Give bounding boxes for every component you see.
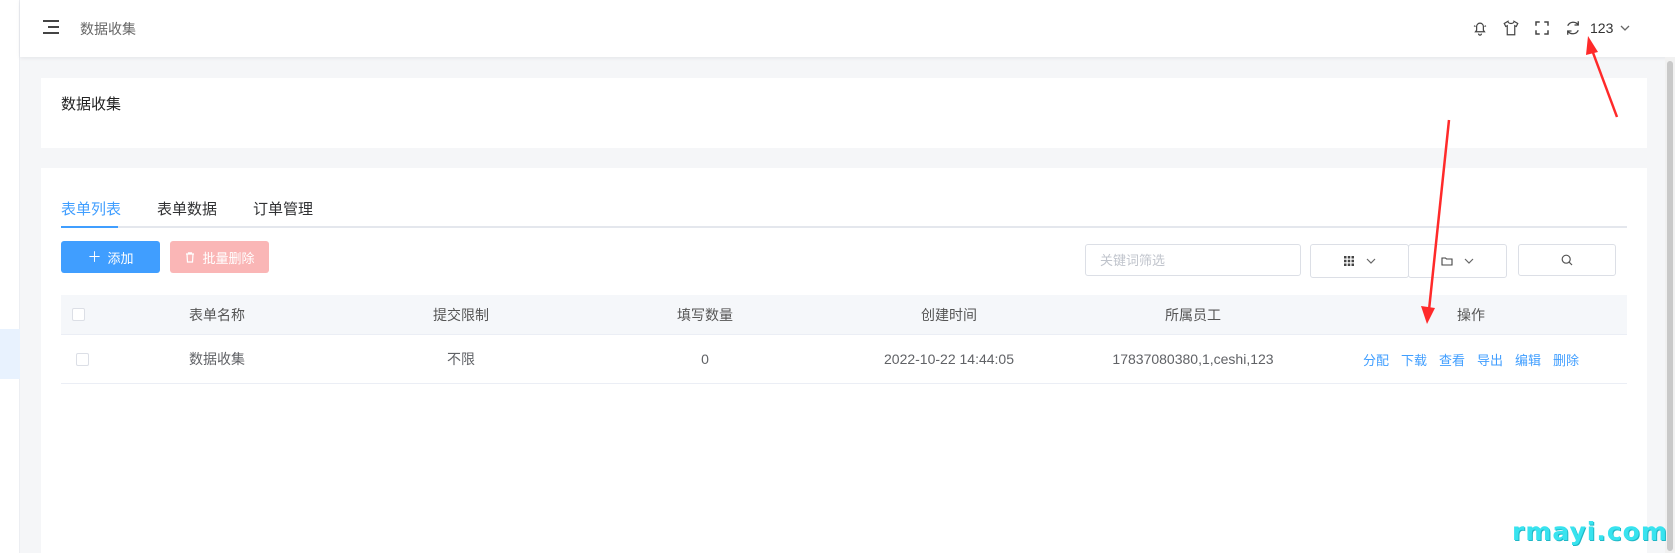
trash-icon bbox=[186, 252, 195, 263]
search-icon bbox=[1561, 254, 1573, 266]
download-link[interactable]: 下载 bbox=[1401, 350, 1427, 369]
tab-order-management[interactable]: 订单管理 bbox=[253, 198, 313, 228]
actions-cell: 分配 下载 查看 导出 编辑 删除 bbox=[1315, 335, 1627, 383]
user-name[interactable]: 123 bbox=[1590, 20, 1613, 36]
search-button[interactable] bbox=[1518, 244, 1616, 276]
select-all-cell bbox=[61, 295, 95, 334]
folder-select[interactable] bbox=[1408, 244, 1507, 278]
batch-delete-label: 批量删除 bbox=[202, 250, 255, 266]
delete-link[interactable]: 删除 bbox=[1553, 350, 1579, 369]
page-scrollbar[interactable] bbox=[1665, 57, 1675, 553]
export-link[interactable]: 导出 bbox=[1477, 350, 1503, 369]
form-name-cell: 数据收集 bbox=[189, 351, 245, 367]
view-mode-select[interactable] bbox=[1310, 244, 1409, 278]
column-header: 操作 bbox=[1457, 306, 1485, 323]
chevron-down-icon bbox=[1464, 258, 1473, 264]
column-header: 表单名称 bbox=[189, 306, 245, 323]
assign-link[interactable]: 分配 bbox=[1363, 350, 1389, 369]
table-header: 表单名称 提交限制 填写数量 创建时间 所属员工 操作 bbox=[61, 295, 1627, 335]
scrollbar-thumb[interactable] bbox=[1667, 61, 1673, 551]
fullscreen-icon[interactable] bbox=[1532, 18, 1552, 38]
bell-icon[interactable] bbox=[1470, 18, 1490, 38]
column-header: 填写数量 bbox=[677, 306, 733, 323]
edit-link[interactable]: 编辑 bbox=[1515, 350, 1541, 369]
table-row: 数据收集 不限 0 2022-10-22 14:44:05 1783708038… bbox=[61, 335, 1627, 384]
plus-icon: ＋ bbox=[87, 249, 102, 265]
shirt-icon[interactable] bbox=[1501, 18, 1521, 38]
folder-icon bbox=[1440, 257, 1453, 266]
tab-active-indicator bbox=[61, 226, 118, 228]
tab-form-data[interactable]: 表单数据 bbox=[157, 198, 217, 228]
main-card: 表单列表 表单数据 订单管理 ＋ 添加 批量删除 表单名称 提交限制 填写数量 … bbox=[41, 168, 1647, 553]
row-checkbox[interactable] bbox=[75, 352, 89, 366]
sidebar bbox=[0, 0, 20, 553]
form-table: 表单名称 提交限制 填写数量 创建时间 所属员工 操作 数据收集 不限 0 20… bbox=[61, 295, 1627, 384]
title-card: 数据收集 bbox=[41, 78, 1647, 148]
select-all-checkbox[interactable] bbox=[71, 308, 85, 321]
column-header: 提交限制 bbox=[433, 306, 489, 323]
top-header: 数据收集 123 bbox=[20, 0, 1675, 57]
fill-count-cell: 0 bbox=[701, 351, 709, 367]
column-header: 所属员工 bbox=[1165, 306, 1221, 323]
tab-bar: 表单列表 表单数据 订单管理 bbox=[61, 198, 1627, 228]
created-time-cell: 2022-10-22 14:44:05 bbox=[884, 351, 1014, 367]
add-button[interactable]: ＋ 添加 bbox=[61, 241, 160, 273]
batch-delete-button[interactable]: 批量删除 bbox=[170, 241, 269, 273]
refresh-icon[interactable] bbox=[1563, 18, 1583, 38]
watermark: rmayi.com bbox=[1512, 517, 1668, 546]
column-header: 创建时间 bbox=[921, 306, 977, 323]
page-title: 数据收集 bbox=[61, 96, 122, 113]
keyword-search-input[interactable] bbox=[1085, 244, 1301, 276]
sidebar-active-item[interactable] bbox=[0, 329, 20, 379]
breadcrumb: 数据收集 bbox=[80, 21, 136, 37]
add-button-label: 添加 bbox=[107, 250, 134, 266]
submit-limit-cell: 不限 bbox=[447, 351, 475, 367]
staff-cell: 17837080380,1,ceshi,123 bbox=[1112, 351, 1274, 367]
view-link[interactable]: 查看 bbox=[1439, 350, 1465, 369]
menu-toggle-icon[interactable] bbox=[43, 20, 59, 34]
chevron-down-icon[interactable] bbox=[1619, 22, 1631, 34]
chevron-down-icon bbox=[1366, 258, 1375, 264]
grid-icon bbox=[1343, 256, 1354, 266]
header-actions: 123 bbox=[1470, 17, 1631, 39]
tab-form-list[interactable]: 表单列表 bbox=[61, 198, 121, 228]
